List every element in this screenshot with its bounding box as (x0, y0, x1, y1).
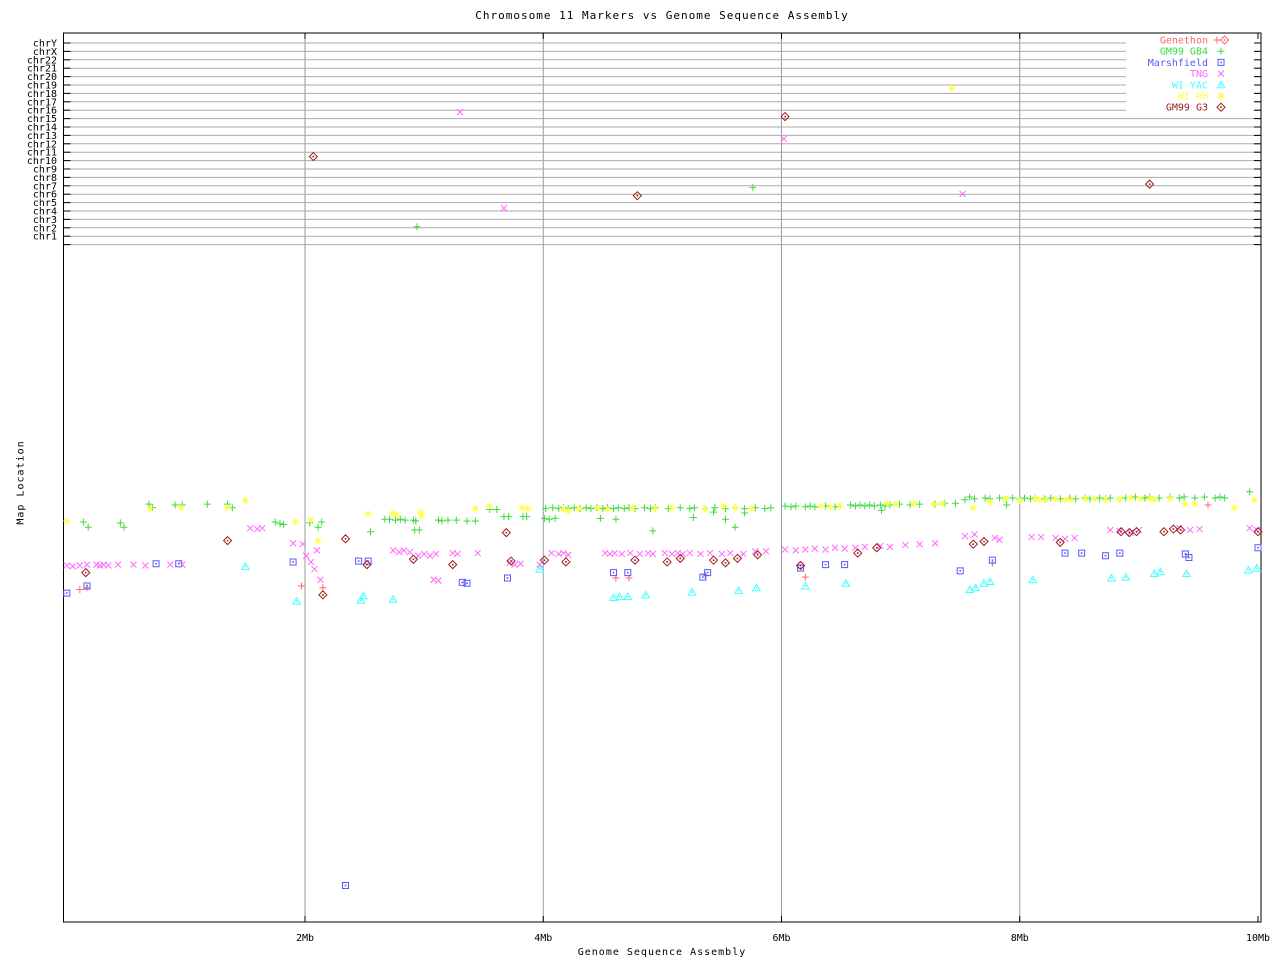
x-axis-label: Genome Sequence Assembly (577, 947, 747, 958)
series-gm99-g3-dots (85, 115, 1259, 596)
series-wi-yac-points (240, 561, 1262, 605)
legend-swatch-dot (1220, 84, 1222, 86)
legend-item-label: Genethon (1160, 36, 1208, 47)
x-tick-label: 4Mb (534, 933, 552, 944)
legend-swatch (1217, 92, 1225, 100)
plot-border (63, 32, 1262, 923)
y-axis-label: Map Location (15, 440, 27, 525)
series-marshfield-dots (65, 546, 1259, 887)
x-tick-label: 8Mb (1011, 933, 1029, 944)
legend-item-label: TNG (1190, 69, 1208, 80)
legend-item-label: GM99 G3 (1166, 103, 1208, 114)
legend-swatch-dot (1223, 39, 1226, 41)
legend-item-label: WI RH (1178, 92, 1208, 103)
x-tick-label: 10Mb (1246, 933, 1270, 944)
legend-item-label: WI YAC (1172, 80, 1208, 91)
series-marshfield-points (63, 544, 1262, 890)
chromosome-row-label: chr1 (33, 232, 57, 243)
legend-swatch-dot (1220, 61, 1222, 64)
chart-page: Chromosome 11 Markers vs Genome Sequence… (0, 0, 1280, 960)
legend-swatch-dot (1220, 106, 1222, 108)
series-wi-rh-points (63, 84, 1258, 545)
legend-item-label: Marshfield (1148, 58, 1208, 69)
series-genethon-points (76, 501, 1212, 594)
chart-title: Chromosome 11 Markers vs Genome Sequence… (475, 9, 849, 22)
x-tick-label: 2Mb (296, 933, 314, 944)
series-gm99-gb4-points (79, 184, 1254, 536)
series-wi-yac-dots (244, 565, 1258, 602)
chart-canvas: chrYchrXchr22chr21chr20chr19chr18chr17ch… (27, 32, 1270, 944)
series-tng-points (63, 97, 1261, 584)
legend-item-label: GM99 GB4 (1160, 47, 1208, 58)
x-tick-label: 6Mb (772, 933, 790, 944)
